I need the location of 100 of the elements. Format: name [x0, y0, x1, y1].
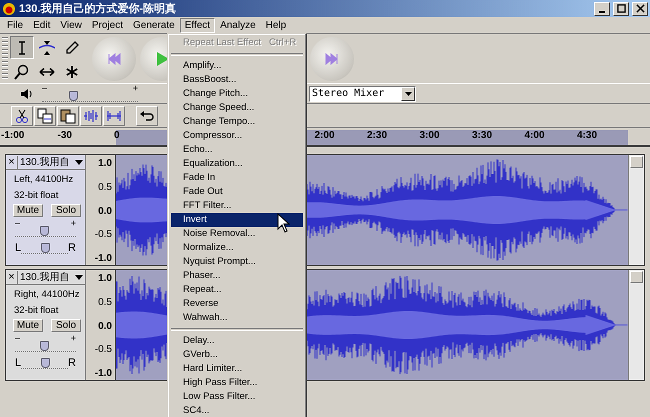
gain-slider[interactable]	[15, 227, 76, 237]
speaker-icon	[20, 88, 34, 100]
scale-label: -0.5	[94, 344, 112, 356]
dropdown-arrow-icon	[404, 92, 412, 96]
maximize-button[interactable]	[613, 2, 629, 16]
menu-item[interactable]: Generate	[128, 18, 180, 32]
maximize-icon	[616, 4, 626, 13]
slider-thumb[interactable]	[68, 91, 78, 101]
slider-thumb[interactable]	[40, 243, 50, 253]
menu-entry[interactable]: Low Pass Filter...	[171, 390, 303, 404]
ruler-label: 4:00	[524, 130, 546, 143]
scale-label: 0.0	[98, 206, 112, 216]
play-icon	[154, 50, 170, 66]
slider-thumb[interactable]	[40, 226, 50, 236]
minimize-button[interactable]	[594, 2, 610, 16]
input-source-dropdown[interactable]: Stereo Mixer	[309, 86, 416, 102]
pan-left-label: L	[15, 243, 22, 254]
menu-entry[interactable]: FFT Filter...	[171, 199, 303, 213]
menu-item[interactable]: Help	[260, 18, 292, 32]
gain-slider[interactable]	[15, 342, 76, 352]
track-format: 32-bit float	[13, 304, 60, 317]
menu-entry[interactable]: Invert	[171, 213, 303, 227]
menu-entry[interactable]: Change Pitch...	[171, 87, 303, 101]
menu-entry[interactable]: BassBoost...	[171, 73, 303, 87]
menu-item[interactable]: Project	[86, 18, 128, 32]
trim-button[interactable]	[80, 106, 102, 126]
shortcut-label: Ctrl+R	[269, 36, 296, 50]
pan-left-label: L	[15, 358, 22, 369]
menu-entry[interactable]: GVerb...	[171, 348, 303, 362]
menu-item[interactable]: Analyze	[215, 18, 261, 32]
menu-item[interactable]: Edit	[28, 18, 56, 32]
ruler-label: 3:30	[472, 130, 494, 143]
copy-button[interactable]	[34, 106, 56, 126]
scale-label: -1.0	[94, 253, 112, 264]
scale-label: -1.0	[94, 368, 112, 379]
close-button[interactable]	[632, 2, 648, 16]
volume-slider[interactable]	[42, 92, 138, 102]
toolbar-grip[interactable]	[2, 37, 8, 80]
menu-entry[interactable]: Hard Limiter...	[171, 362, 303, 376]
track-name-menu[interactable]: 130.我用自	[18, 270, 85, 284]
scale-label: 0.5	[98, 182, 112, 193]
slider-thumb[interactable]	[40, 341, 50, 351]
minimize-icon	[599, 10, 605, 12]
scale-label: -0.5	[94, 229, 112, 240]
menu-entry[interactable]: Noise Removal...	[171, 227, 303, 241]
mute-button[interactable]: Mute	[13, 319, 43, 332]
menu-entry[interactable]: Normalize...	[171, 241, 303, 255]
cut-button[interactable]	[11, 106, 33, 126]
menu-item[interactable]: File	[2, 18, 28, 32]
menu-entry[interactable]: Fade Out	[171, 185, 303, 199]
slider-thumb[interactable]	[40, 358, 50, 368]
ibeam-tool-button[interactable]	[10, 36, 34, 59]
paste-button[interactable]	[57, 106, 79, 126]
silence-button[interactable]	[103, 106, 125, 126]
menu-entry[interactable]: Equalization...	[171, 157, 303, 171]
track-close-button[interactable]: ×	[6, 270, 18, 284]
ruler-label: -30	[58, 130, 73, 143]
track-close-button[interactable]: ×	[6, 156, 18, 168]
ruler-label: 2:00	[314, 130, 336, 143]
max-label: +	[132, 85, 138, 92]
min-label: –	[15, 220, 20, 227]
menu-entry[interactable]: Delay...	[171, 334, 303, 348]
menu-item[interactable]: Effect	[180, 18, 216, 32]
menu-entry[interactable]: Change Tempo...	[171, 115, 303, 129]
scrollbar[interactable]	[628, 155, 644, 265]
menu-entry[interactable]: Reverse	[171, 297, 303, 311]
pan-slider[interactable]	[21, 359, 68, 369]
max-label: +	[70, 220, 76, 227]
scale-label: 1.0	[98, 273, 112, 284]
track-info: Right, 44100Hz	[13, 288, 80, 301]
menu-entry[interactable]: Repeat...	[171, 283, 303, 297]
pan-slider[interactable]	[21, 244, 68, 254]
skip-end-button[interactable]	[310, 36, 354, 80]
ruler-label: 0	[114, 130, 121, 143]
track-format: 32-bit float	[13, 189, 60, 202]
menu-entry-label: Repeat Last Effect	[183, 36, 261, 50]
menu-entry[interactable]: Nyquist Prompt...	[171, 255, 303, 269]
menu-entry[interactable]: Wahwah...	[171, 311, 303, 325]
min-label: –	[15, 335, 20, 342]
solo-button[interactable]: Solo	[51, 204, 81, 217]
menu-entry[interactable]: Compressor...	[171, 129, 303, 143]
solo-button[interactable]: Solo	[51, 319, 81, 332]
mute-button[interactable]: Mute	[13, 204, 43, 217]
undo-button[interactable]	[136, 106, 158, 126]
skip-start-button[interactable]	[92, 36, 136, 80]
scrollbar[interactable]	[628, 270, 644, 380]
menu-entry[interactable]: Amplify...	[171, 59, 303, 73]
paste-icon	[60, 108, 76, 124]
menu-item[interactable]: View	[55, 18, 87, 32]
track-info: Left, 44100Hz	[13, 173, 74, 186]
max-label: +	[70, 335, 76, 342]
track-name-menu[interactable]: 130.我用自	[18, 155, 85, 169]
menu-entry[interactable]: SC4...	[171, 404, 303, 417]
ruler-label: 2:30	[367, 130, 388, 143]
menu-entry[interactable]: Change Speed...	[171, 101, 303, 115]
pan-right-label: R	[68, 358, 76, 369]
menu-entry[interactable]: High Pass Filter...	[171, 376, 303, 390]
menu-entry[interactable]: Phaser...	[171, 269, 303, 283]
ruler-label: -1:00	[1, 130, 26, 143]
menu-entry[interactable]: Fade In	[171, 171, 303, 185]
